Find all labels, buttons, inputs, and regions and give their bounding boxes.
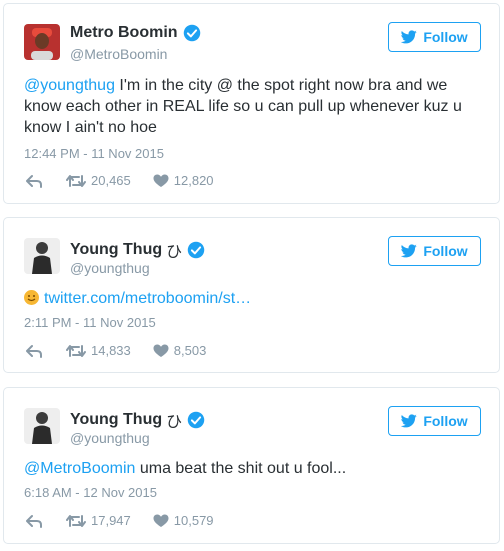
like-count: 12,820: [173, 173, 214, 188]
tweet-url-link[interactable]: twitter.com/metroboomin/st…: [44, 290, 251, 307]
reply-action[interactable]: [26, 344, 42, 358]
avatar[interactable]: [24, 238, 60, 274]
reply-icon: [26, 514, 42, 528]
mention-link[interactable]: @youngthug: [24, 77, 115, 94]
twitter-bird-icon: [401, 30, 418, 44]
follow-button[interactable]: Follow: [388, 406, 481, 436]
like-action[interactable]: 10,579: [153, 513, 214, 528]
follow-label: Follow: [423, 243, 468, 259]
name-glyph: ひ: [166, 244, 183, 261]
tweet-card-youngthug-link: Young Thug ひ @youngthug Follow twitter.c…: [3, 217, 500, 373]
heart-icon: [153, 514, 169, 527]
like-action[interactable]: 12,820: [153, 173, 214, 188]
handle[interactable]: @MetroBoomin: [70, 46, 167, 62]
timestamp[interactable]: 2:11 PM - 11 Nov 2015: [24, 315, 156, 330]
like-action[interactable]: 8,503: [153, 343, 207, 358]
author-name-row[interactable]: Young Thug ひ: [70, 408, 205, 432]
display-name[interactable]: Young Thug: [70, 241, 162, 259]
twitter-bird-icon: [401, 414, 418, 428]
heart-icon: [153, 344, 169, 357]
retweet-icon: [66, 344, 86, 357]
retweet-count: 20,465: [91, 173, 131, 188]
retweet-icon: [66, 514, 86, 527]
retweet-action[interactable]: 14,833: [66, 343, 131, 358]
retweet-action[interactable]: 20,465: [66, 173, 131, 188]
like-count: 10,579: [173, 513, 214, 528]
tweet-card-metroboomin: Metro Boomin @MetroBoomin Follow @youngt…: [3, 3, 500, 204]
smile-emoji-icon: [24, 290, 39, 305]
mention-link[interactable]: @MetroBoomin: [24, 460, 135, 477]
tweet-text: twitter.com/metroboomin/st…: [24, 288, 484, 309]
name-glyph: ひ: [166, 414, 183, 431]
retweet-action[interactable]: 17,947: [66, 513, 131, 528]
display-name[interactable]: Young Thug: [70, 411, 162, 429]
retweet-count: 14,833: [91, 343, 131, 358]
author-name-row[interactable]: Young Thug ひ: [70, 238, 205, 262]
tweet-actions: 14,833 8,503: [26, 343, 206, 358]
like-count: 8,503: [173, 343, 207, 358]
retweet-count: 17,947: [91, 513, 131, 528]
display-name[interactable]: Metro Boomin: [70, 24, 178, 42]
verified-icon: [183, 24, 200, 42]
tweet-body: uma beat the shit out u fool...: [135, 460, 347, 477]
reply-action[interactable]: [26, 174, 42, 188]
follow-label: Follow: [423, 413, 468, 429]
tweet-actions: 17,947 10,579: [26, 513, 214, 528]
reply-action[interactable]: [26, 514, 42, 528]
tweet-actions: 20,465 12,820: [26, 173, 214, 188]
tweet-text: @youngthug I'm in the city @ the spot ri…: [24, 75, 484, 138]
follow-label: Follow: [423, 29, 468, 45]
reply-icon: [26, 344, 42, 358]
verified-icon: [187, 411, 205, 429]
author-name-row[interactable]: Metro Boomin: [70, 24, 201, 42]
timestamp[interactable]: 6:18 AM - 12 Nov 2015: [24, 485, 157, 500]
avatar[interactable]: [24, 24, 60, 60]
follow-button[interactable]: Follow: [388, 22, 481, 52]
heart-icon: [153, 174, 169, 187]
tweet-text: @MetroBoomin uma beat the shit out u foo…: [24, 458, 484, 479]
retweet-icon: [66, 174, 86, 187]
verified-icon: [187, 241, 205, 259]
follow-button[interactable]: Follow: [388, 236, 481, 266]
timestamp[interactable]: 12:44 PM - 11 Nov 2015: [24, 146, 164, 161]
handle[interactable]: @youngthug: [70, 260, 150, 276]
reply-icon: [26, 174, 42, 188]
tweet-card-youngthug-reply: Young Thug ひ @youngthug Follow @MetroBoo…: [3, 387, 500, 544]
handle[interactable]: @youngthug: [70, 430, 150, 446]
twitter-bird-icon: [401, 244, 418, 258]
avatar[interactable]: [24, 408, 60, 444]
